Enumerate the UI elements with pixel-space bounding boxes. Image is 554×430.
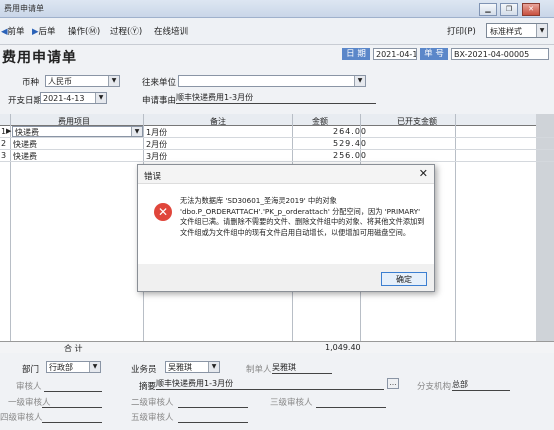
date-field[interactable]: 2021-04-13 — [373, 48, 417, 60]
partner-select[interactable]: ▼ — [178, 75, 366, 87]
expense-item-cell[interactable]: 快递费 — [13, 139, 37, 150]
dialog-title: 错误 — [144, 172, 162, 182]
table-row[interactable]: 2 快递费 2月份 529.40 — [0, 138, 554, 149]
start-date-value: 2021-4-13 — [43, 94, 85, 103]
minimize-button[interactable]: ▁ — [479, 3, 497, 16]
start-date-field[interactable]: 2021-4-13 ▼ — [40, 92, 107, 104]
currency-value: 人民币 — [48, 77, 72, 86]
number-field[interactable]: BX-2021-04-00005 — [451, 48, 549, 60]
more-button[interactable]: … — [387, 378, 399, 389]
level1-reviewer-field — [42, 396, 102, 408]
level2-reviewer-label: 二级审核人 — [131, 398, 174, 408]
chevron-down-icon[interactable]: ▼ — [95, 93, 106, 103]
chevron-down-icon[interactable]: ▼ — [131, 127, 142, 136]
ok-button[interactable]: 确定 — [381, 272, 427, 286]
summary-label: 摘要 — [139, 382, 157, 392]
expense-item-value: 快递费 — [15, 128, 39, 137]
partner-label: 往来单位 — [142, 78, 177, 88]
level3-reviewer-field — [316, 396, 386, 408]
row-number: 3 — [1, 151, 7, 160]
next-record-button[interactable]: ▶后单 — [32, 25, 56, 37]
title-bar: 费用申请单 ▁ ❐ ✕ — [0, 0, 554, 18]
operation-menu[interactable]: 操作(Ⓜ) — [68, 25, 100, 37]
error-icon: ✕ — [154, 203, 172, 221]
currency-label: 币种 — [22, 78, 40, 88]
expense-item-cell[interactable]: 快递费 — [13, 151, 37, 162]
reason-field[interactable]: 顺丰快递费用1-3月份 — [176, 92, 376, 104]
currency-select[interactable]: 人民币 ▼ — [45, 75, 120, 87]
previous-record-button[interactable]: ◀前单 — [1, 25, 25, 37]
amount-cell[interactable]: 264.00 — [333, 127, 367, 136]
reviewer-label: 审核人 — [16, 382, 42, 392]
error-dialog: 错误 ✕ ✕ 无法为数据库 'SD30601_圣海灵2019' 中的对象 'db… — [137, 164, 435, 292]
style-select[interactable]: 标准样式 ▼ — [486, 23, 548, 38]
chevron-down-icon[interactable]: ▼ — [89, 362, 100, 372]
amount-cell[interactable]: 256.00 — [333, 151, 367, 160]
table-row[interactable]: 3 快递费 3月份 256.00 — [0, 150, 554, 161]
toolbar: ◀前单 ▶后单 操作(Ⓜ) 过程(Ⓨ) 在线培训 打印(P) 标准样式 ▼ — [0, 18, 554, 45]
style-select-value: 标准样式 — [490, 27, 522, 36]
start-date-label: 开支日期 — [8, 96, 43, 106]
level4-reviewer-field — [42, 411, 102, 423]
level2-reviewer-field — [178, 396, 248, 408]
row-divider — [0, 161, 554, 162]
summary-field[interactable]: 顺丰快递费用1-3月份 — [156, 378, 384, 390]
chevron-down-icon[interactable]: ▼ — [536, 24, 547, 37]
amount-cell[interactable]: 529.40 — [333, 139, 367, 148]
level4-reviewer-label: 四级审核人 — [0, 413, 43, 423]
salesman-select[interactable]: 吴雅琪 ▼ — [165, 361, 220, 373]
department-label: 部门 — [22, 365, 40, 375]
current-row-icon: ▶ — [6, 127, 12, 135]
level3-reviewer-label: 三级审核人 — [270, 398, 313, 408]
branch-label: 分支机构 — [417, 382, 452, 392]
maker-field: 吴雅琪 — [272, 362, 332, 374]
row-number: 2 — [1, 139, 7, 148]
note-cell[interactable]: 2月份 — [146, 139, 167, 150]
note-cell[interactable]: 3月份 — [146, 151, 167, 162]
department-select[interactable]: 行政部 ▼ — [46, 361, 101, 373]
page-title: 费用申请单 — [2, 50, 77, 66]
reviewer-field — [44, 380, 102, 392]
reason-label: 申请事由 — [142, 96, 177, 106]
maker-label: 制单人 — [246, 365, 272, 375]
date-label: 日 期 — [342, 48, 370, 60]
table-row[interactable]: 1 ▶ 快递费 ▼ 1月份 264.00 — [0, 126, 554, 137]
salesman-label: 业务员 — [131, 365, 157, 375]
dialog-title-bar: 错误 ✕ — [138, 165, 434, 184]
department-value: 行政部 — [49, 363, 73, 372]
level5-reviewer-field — [178, 411, 248, 423]
chevron-down-icon[interactable]: ▼ — [108, 76, 119, 86]
chevron-down-icon[interactable]: ▼ — [208, 362, 219, 372]
salesman-value: 吴雅琪 — [168, 363, 192, 372]
dialog-close-icon[interactable]: ✕ — [419, 168, 428, 180]
number-label: 单 号 — [420, 48, 448, 60]
print-menu[interactable]: 打印(P) — [447, 25, 476, 37]
total-value: 1,049.40 — [325, 343, 361, 352]
note-cell[interactable]: 1月份 — [146, 127, 167, 138]
chevron-down-icon[interactable]: ▼ — [354, 76, 365, 86]
expense-item-select[interactable]: 快递费 ▼ — [12, 126, 143, 137]
close-button[interactable]: ✕ — [522, 3, 540, 16]
maximize-button[interactable]: ❐ — [500, 3, 518, 16]
level5-reviewer-label: 五级审核人 — [131, 413, 174, 423]
error-message: 无法为数据库 'SD30601_圣海灵2019' 中的对象 'dbo.P_ORD… — [180, 196, 425, 237]
process-menu[interactable]: 过程(Ⓨ) — [110, 25, 142, 37]
branch-field: 总部 — [452, 379, 510, 391]
online-training-menu[interactable]: 在线培训 — [154, 25, 188, 37]
window-title: 费用申请单 — [4, 4, 44, 13]
